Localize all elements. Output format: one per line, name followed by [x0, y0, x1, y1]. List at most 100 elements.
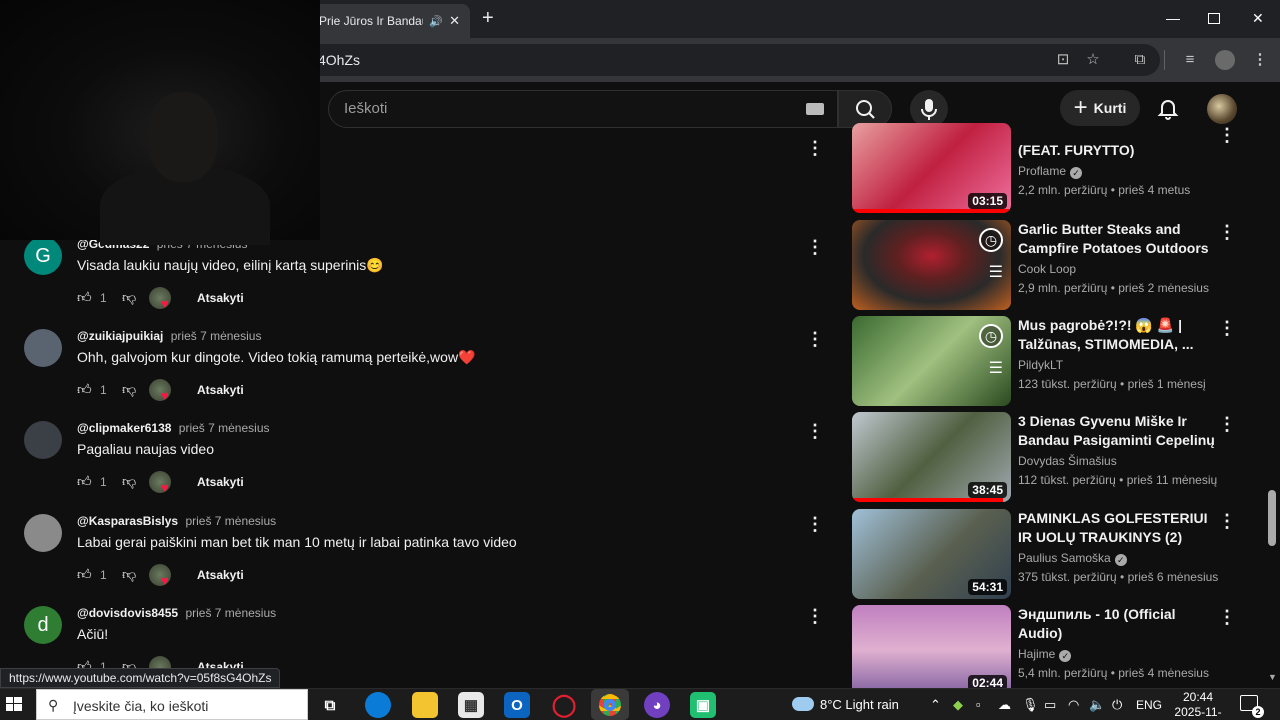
- dislike-icon[interactable]: 👎︎: [122, 381, 136, 398]
- video-channel[interactable]: Proflame ✓: [1018, 164, 1083, 179]
- video-title[interactable]: 3 Dienas Gyvenu Miške Ir Bandau Pasigami…: [1018, 412, 1218, 450]
- commenter-name[interactable]: @clipmaker6138: [77, 421, 171, 435]
- video-channel[interactable]: PildykLT: [1018, 358, 1063, 372]
- install-app-icon[interactable]: ⊡: [1053, 50, 1073, 70]
- video-title[interactable]: Garlic Butter Steaks and Campfire Potato…: [1018, 220, 1218, 258]
- video-thumbnail[interactable]: ◷ ☰: [852, 220, 1011, 310]
- comment-menu-icon[interactable]: ⋮: [806, 606, 824, 627]
- keyboard-icon[interactable]: [806, 103, 824, 115]
- video-thumbnail[interactable]: 02:44: [852, 605, 1011, 695]
- wifi-icon[interactable]: ◠: [1068, 697, 1079, 713]
- tray-mic-icon[interactable]: 🎙: [1022, 697, 1039, 713]
- like-icon[interactable]: 👍︎: [77, 289, 92, 306]
- dislike-icon[interactable]: 👎︎: [122, 289, 136, 306]
- video-menu-icon[interactable]: ⋮: [1218, 222, 1236, 243]
- clock-icon[interactable]: ◷: [979, 228, 1003, 252]
- weather-widget[interactable]: 8°C Light rain: [792, 697, 899, 712]
- clock-icon[interactable]: ◷: [979, 324, 1003, 348]
- video-channel[interactable]: Paulius Samoška ✓: [1018, 551, 1127, 566]
- volume-icon[interactable]: 🔈: [1089, 697, 1105, 713]
- reply-button[interactable]: Atsakyti: [197, 383, 244, 397]
- dislike-icon[interactable]: 👎︎: [122, 566, 136, 583]
- comment-menu-icon[interactable]: ⋮: [806, 329, 824, 350]
- comment-menu-icon[interactable]: ⋮: [806, 421, 824, 442]
- add-to-queue-icon[interactable]: ☰: [989, 358, 1003, 378]
- commenter-avatar[interactable]: [24, 514, 62, 552]
- commenter-avatar[interactable]: G: [24, 237, 62, 275]
- comment-menu-icon[interactable]: ⋮: [806, 138, 824, 159]
- edge-icon[interactable]: [365, 692, 391, 718]
- video-item[interactable]: ◷ ☰ Garlic Butter Steaks and Campfire Pot…: [852, 220, 1272, 310]
- dislike-icon[interactable]: 👎︎: [122, 473, 136, 490]
- video-item[interactable]: 02:44 Эндшпиль - 10 (Official Audio) Haj…: [852, 605, 1272, 695]
- comment-time[interactable]: prieš 7 mėnesius: [185, 606, 276, 620]
- clock[interactable]: 20:44 2025-11-03: [1170, 690, 1226, 720]
- profile-icon[interactable]: [1215, 50, 1235, 70]
- commenter-name[interactable]: @zuikiajpuikiaj: [77, 329, 163, 343]
- language-indicator[interactable]: ENG: [1136, 698, 1162, 712]
- video-thumbnail[interactable]: ◷ ☰: [852, 316, 1011, 406]
- app-icon[interactable]: ▣: [690, 692, 716, 718]
- video-channel[interactable]: Dovydas Šimašius: [1018, 454, 1117, 468]
- video-item[interactable]: ◷ ☰ Mus pagrobė?!?! 😱 🚨 | Talžūnas, STIMO…: [852, 316, 1272, 406]
- video-channel[interactable]: Hajime ✓: [1018, 647, 1072, 662]
- scrollbar-thumb[interactable]: [1268, 490, 1276, 546]
- video-title[interactable]: Mus pagrobė?!?! 😱 🚨 | Talžūnas, STIMOMED…: [1018, 316, 1218, 354]
- minimize-button[interactable]: —: [1166, 10, 1180, 26]
- video-menu-icon[interactable]: ⋮: [1218, 511, 1236, 532]
- video-thumbnail[interactable]: 03:15: [852, 123, 1011, 213]
- comment-menu-icon[interactable]: ⋮: [806, 237, 824, 258]
- search-input[interactable]: [328, 90, 838, 128]
- video-menu-icon[interactable]: ⋮: [1218, 125, 1236, 146]
- video-item[interactable]: 54:31 PAMINKLAS GOLFESTERIUI IR UOLŲ TRA…: [852, 509, 1272, 599]
- maximize-button[interactable]: [1208, 13, 1220, 24]
- video-item[interactable]: 03:15 (FEAT. FURYTTO) Proflame ✓ 2,2 mln.…: [852, 123, 1272, 213]
- video-menu-icon[interactable]: ⋮: [1218, 318, 1236, 339]
- video-menu-icon[interactable]: ⋮: [1218, 607, 1236, 628]
- tray-device-icon[interactable]: ▫: [976, 697, 981, 712]
- video-title[interactable]: (FEAT. FURYTTO): [1018, 141, 1218, 160]
- store-icon[interactable]: ▦: [458, 692, 484, 718]
- browser-menu-icon[interactable]: ⋮: [1250, 50, 1270, 70]
- add-to-queue-icon[interactable]: ☰: [989, 262, 1003, 282]
- file-explorer-icon[interactable]: [412, 692, 438, 718]
- reply-button[interactable]: Atsakyti: [197, 475, 244, 489]
- battery-icon[interactable]: ▭: [1044, 697, 1056, 713]
- commenter-name[interactable]: @KasparasBislys: [77, 514, 178, 528]
- power-mode-icon[interactable]: ⏻: [1112, 697, 1122, 713]
- like-icon[interactable]: 👍︎: [77, 566, 92, 583]
- speaker-icon[interactable]: 🔊: [429, 15, 443, 28]
- notifications-button[interactable]: [1156, 96, 1180, 120]
- account-avatar[interactable]: [1207, 94, 1237, 124]
- video-channel[interactable]: Cook Loop: [1018, 262, 1076, 276]
- close-tab-icon[interactable]: ✕: [449, 13, 460, 29]
- commenter-avatar[interactable]: [24, 329, 62, 367]
- reply-button[interactable]: Atsakyti: [197, 568, 244, 582]
- outlook-icon[interactable]: O: [504, 692, 530, 718]
- reply-button[interactable]: Atsakyti: [197, 291, 244, 305]
- comment-time[interactable]: prieš 7 mėnesius: [179, 421, 270, 435]
- video-menu-icon[interactable]: ⋮: [1218, 414, 1236, 435]
- like-icon[interactable]: 👍︎: [77, 473, 92, 490]
- video-item[interactable]: 38:45 3 Dienas Gyvenu Miške Ir Bandau Pa…: [852, 412, 1272, 502]
- tray-chevron-icon[interactable]: ⌃: [930, 697, 941, 713]
- create-button[interactable]: + Kurti: [1060, 90, 1140, 126]
- bookmark-star-icon[interactable]: ☆: [1083, 50, 1103, 70]
- discord-icon[interactable]: ◕: [644, 692, 670, 718]
- video-thumbnail[interactable]: 54:31: [852, 509, 1011, 599]
- browser-tab[interactable]: Prie Jūros Ir Bandau 🔊 ✕: [310, 4, 470, 38]
- media-control-icon[interactable]: ≡: [1180, 50, 1200, 70]
- window-close-button[interactable]: ✕: [1252, 10, 1264, 26]
- comment-time[interactable]: prieš 7 mėnesius: [185, 514, 276, 528]
- comment-time[interactable]: prieš 7 mėnesius: [171, 329, 262, 343]
- tray-cloud-icon[interactable]: ☁: [998, 697, 1011, 713]
- url-text[interactable]: 4OhZs: [318, 52, 360, 68]
- start-button[interactable]: [4, 694, 24, 714]
- extensions-icon[interactable]: ⧉: [1130, 50, 1150, 70]
- commenter-name[interactable]: @dovisdovis8455: [77, 606, 178, 620]
- commenter-avatar[interactable]: [24, 421, 62, 459]
- comment-menu-icon[interactable]: ⋮: [806, 514, 824, 535]
- address-bar[interactable]: [300, 44, 1160, 76]
- task-view-icon[interactable]: ⧉: [317, 692, 343, 718]
- commenter-avatar[interactable]: d: [24, 606, 62, 644]
